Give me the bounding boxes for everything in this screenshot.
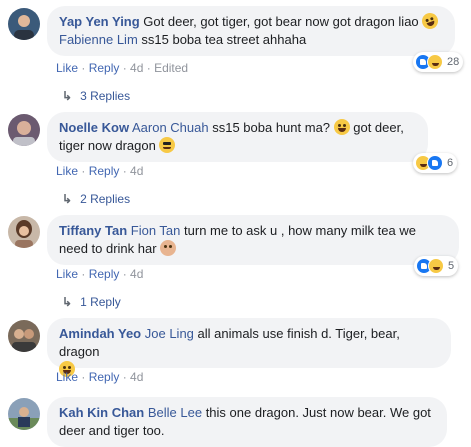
comment-text: Got deer, got tiger, got bear now got dr… [139,14,423,29]
laughing-emoji-icon [420,10,441,32]
comment-bubble: Yap Yen Ying Got deer, got tiger, got be… [47,6,455,56]
avatar-image [8,114,40,146]
comment-author[interactable]: Yap Yen Ying [59,14,140,29]
comment-author[interactable]: Noelle Kow [59,120,129,135]
edited-label[interactable]: Edited [154,61,188,75]
view-replies-link[interactable]: ↳ 3 Replies [62,89,130,103]
reply-link[interactable]: Reply [89,267,120,281]
reply-link[interactable]: Reply [89,370,120,384]
like-link[interactable]: Like [56,370,78,384]
comment-actions: Like · Reply · 4d [56,370,144,384]
comment-time[interactable]: 4d [130,267,143,281]
avatar[interactable] [8,114,40,146]
avatar[interactable] [8,398,40,430]
comment-author[interactable]: Tiffany Tan [59,223,127,238]
reaction-count: 5 [448,260,455,272]
comment-bubble: Kah Kin Chan Belle Lee this one dragon. … [47,397,447,447]
laughing-emoji-icon [333,119,350,135]
avatar-image [8,216,40,248]
replies-count: 2 Replies [80,192,131,206]
mention-link[interactable]: Joe Ling [145,326,194,341]
reply-link[interactable]: Reply [89,61,120,75]
reaction-count: 6 [447,157,454,169]
haha-reaction-icon [427,54,443,70]
view-replies-link[interactable]: ↳ 2 Replies [62,192,130,206]
avatar[interactable] [8,320,40,352]
avatar-image [8,398,40,430]
reply-arrow-icon: ↳ [62,295,73,309]
mention-link[interactable]: Aaron Chuah [132,120,209,135]
comment-bubble: Noelle Kow Aaron Chuah ss15 boba hunt ma… [47,112,428,162]
comment-author[interactable]: Kah Kin Chan [59,405,144,420]
sunglasses-emoji-icon [159,137,176,153]
reaction-count: 28 [447,56,460,68]
reaction-summary[interactable]: 6 [413,153,458,173]
comment-actions: Like · Reply · 4d · Edited [56,61,189,75]
view-replies-link[interactable]: ↳ 1 Reply [62,295,121,309]
reply-arrow-icon: ↳ [62,89,73,103]
like-reaction-icon [427,155,443,171]
comment-author[interactable]: Amindah Yeo [59,326,141,341]
comment-time[interactable]: 4d [130,370,143,384]
reply-arrow-icon: ↳ [62,192,73,206]
replies-count: 3 Replies [80,89,131,103]
comment-text: ss15 boba hunt ma? [208,120,334,135]
woman-raising-hand-emoji-icon [160,240,177,256]
replies-count: 1 Reply [80,295,121,309]
haha-reaction-icon [428,258,444,274]
mention-link[interactable]: Fion Tan [131,223,181,238]
mention-link[interactable]: Fabienne Lim [59,32,138,47]
comment-actions: Like · Reply · 4d [56,164,144,178]
avatar-image [8,8,40,40]
comment-bubble: Tiffany Tan Fion Tan turn me to ask u , … [47,215,459,265]
like-link[interactable]: Like [56,61,78,75]
avatar[interactable] [8,8,40,40]
like-link[interactable]: Like [56,164,78,178]
mention-link[interactable]: Belle Lee [148,405,202,420]
comment-actions: Like · Reply · 4d [56,267,144,281]
reaction-summary[interactable]: 5 [414,256,459,276]
comment-time[interactable]: 4d [130,61,143,75]
avatar-image [8,320,40,352]
like-link[interactable]: Like [56,267,78,281]
reply-link[interactable]: Reply [89,164,120,178]
comment-text: ss15 boba tea street ahhaha [137,32,307,47]
avatar[interactable] [8,216,40,248]
reaction-summary[interactable]: 28 [413,52,464,72]
comment-bubble: Amindah Yeo Joe Ling all animals use fin… [47,318,451,377]
comment-time[interactable]: 4d [130,164,143,178]
